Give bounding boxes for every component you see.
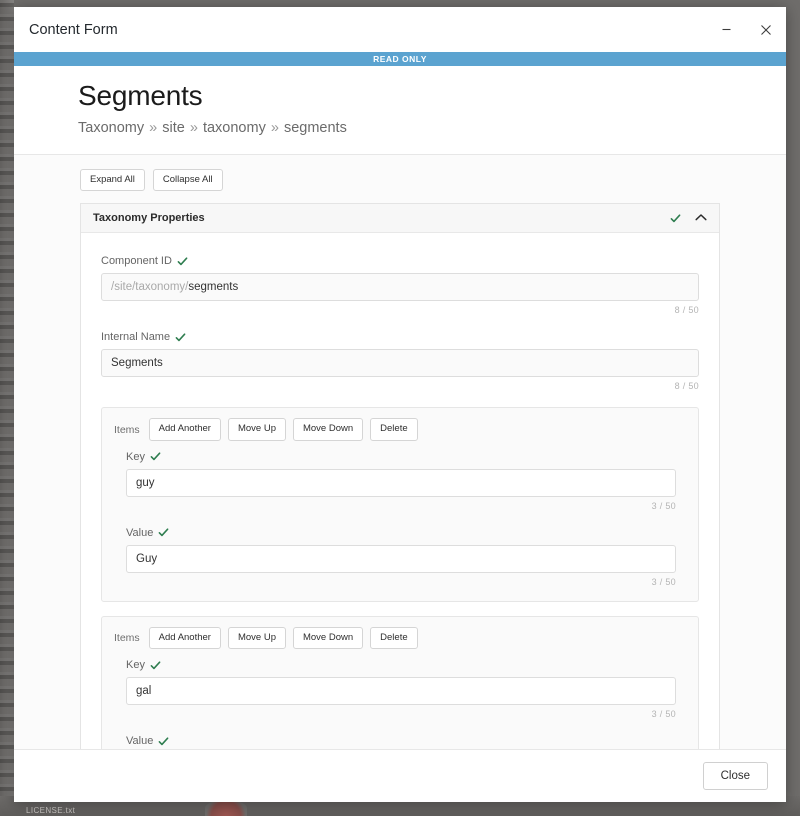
dialog-titlebar: Content Form bbox=[14, 7, 786, 52]
breadcrumb-separator-3: » bbox=[270, 120, 279, 136]
form-toolbar: Expand All Collapse All bbox=[14, 155, 786, 202]
backdrop-left-strip bbox=[0, 0, 14, 816]
value-label: Value bbox=[126, 526, 154, 539]
add-another-button[interactable]: Add Another bbox=[148, 626, 221, 650]
field-value: Value Gal 3 / 50 bbox=[126, 735, 676, 749]
value-valid-check-icon bbox=[158, 527, 169, 538]
move-up-button[interactable]: Move Up bbox=[227, 626, 286, 650]
delete-button[interactable]: Delete bbox=[370, 626, 418, 650]
backdrop-decoration bbox=[205, 800, 247, 816]
component-id-valid-check-icon bbox=[177, 256, 188, 267]
key-counter: 3 / 50 bbox=[651, 709, 676, 720]
key-label: Key bbox=[126, 450, 145, 463]
items-group-toolbar: Items Add Another Move Up Move Down Dele… bbox=[114, 418, 686, 441]
value-label-row: Value bbox=[126, 527, 676, 539]
chevron-up-icon[interactable] bbox=[695, 209, 707, 227]
key-input[interactable]: guy bbox=[126, 468, 676, 497]
field-value: Value Guy 3 / 50 bbox=[126, 527, 676, 587]
breadcrumb-item-segments: segments bbox=[283, 120, 347, 136]
key-counter: 3 / 50 bbox=[651, 500, 676, 511]
close-button[interactable]: Close bbox=[702, 762, 768, 790]
component-id-input[interactable]: /site/taxonomy/segments bbox=[101, 273, 699, 302]
move-down-button[interactable]: Move Down bbox=[292, 626, 364, 650]
move-up-button[interactable]: Move Up bbox=[227, 418, 286, 441]
items-group-fields: Key guy 3 / 50 Value Guy 3 / 50 bbox=[114, 451, 686, 587]
breadcrumb-item-taxonomy: taxonomy bbox=[202, 120, 266, 136]
dialog-title: Content Form bbox=[29, 21, 118, 38]
value-valid-check-icon bbox=[158, 736, 169, 747]
component-id-value: segments bbox=[188, 281, 239, 294]
component-id-label: Component ID bbox=[101, 255, 172, 268]
items-group-toolbar: Items Add Another Move Up Move Down Dele… bbox=[114, 626, 686, 650]
internal-name-label-row: Internal Name bbox=[101, 331, 699, 343]
read-only-banner: READ ONLY bbox=[14, 52, 786, 66]
field-internal-name: Internal Name Segments 8 / 50 bbox=[101, 331, 699, 391]
value-input[interactable]: Guy bbox=[126, 544, 676, 573]
panel-valid-check-icon bbox=[670, 213, 681, 224]
add-another-button[interactable]: Add Another bbox=[148, 418, 221, 441]
breadcrumb-item-site: site bbox=[162, 120, 185, 136]
component-id-counter: 8 / 50 bbox=[674, 305, 699, 316]
key-valid-check-icon bbox=[150, 660, 161, 671]
key-label-row: Key bbox=[126, 659, 676, 671]
page-title: Segments bbox=[78, 80, 203, 111]
internal-name-input[interactable]: Segments bbox=[101, 349, 699, 378]
key-input[interactable]: gal bbox=[126, 677, 676, 706]
breadcrumb-separator-2: » bbox=[189, 120, 198, 136]
page-header: Segments Taxonomy » site » taxonomy » se… bbox=[14, 66, 786, 155]
key-label-row: Key bbox=[126, 451, 676, 463]
key-value: gal bbox=[136, 685, 152, 698]
items-group: Items Add Another Move Up Move Down Dele… bbox=[101, 407, 699, 602]
form-scroll-area[interactable]: Expand All Collapse All Taxonomy Propert… bbox=[14, 155, 786, 749]
key-value: guy bbox=[136, 476, 155, 489]
content-form-dialog: Content Form READ ONLY Segments Taxonomy… bbox=[14, 7, 786, 802]
breadcrumb: Taxonomy » site » taxonomy » segments bbox=[78, 120, 786, 136]
field-key: Key gal 3 / 50 bbox=[126, 659, 676, 719]
backdrop-status-text: LICENSE.txt bbox=[26, 806, 76, 815]
breadcrumb-separator-1: » bbox=[149, 120, 158, 136]
panel-body: Component ID /site/taxonomy/segments 8 /… bbox=[81, 233, 719, 749]
internal-name-label: Internal Name bbox=[101, 331, 171, 344]
internal-name-value: Segments bbox=[111, 357, 163, 370]
component-id-label-row: Component ID bbox=[101, 255, 699, 267]
key-valid-check-icon bbox=[150, 451, 161, 462]
expand-all-button[interactable]: Expand All bbox=[80, 169, 145, 192]
value-label-row: Value bbox=[126, 735, 676, 747]
collapse-all-button[interactable]: Collapse All bbox=[152, 169, 223, 192]
window-controls bbox=[706, 7, 786, 52]
move-down-button[interactable]: Move Down bbox=[292, 418, 364, 441]
internal-name-counter: 8 / 50 bbox=[674, 381, 699, 392]
value-value: Guy bbox=[136, 552, 158, 565]
minimize-button[interactable] bbox=[706, 7, 746, 52]
panel-title: Taxonomy Properties bbox=[93, 212, 205, 225]
field-component-id: Component ID /site/taxonomy/segments 8 /… bbox=[101, 255, 699, 315]
internal-name-valid-check-icon bbox=[175, 332, 186, 343]
breadcrumb-root: Taxonomy bbox=[78, 120, 145, 136]
panel-header[interactable]: Taxonomy Properties bbox=[81, 204, 719, 234]
dialog-footer: Close bbox=[14, 749, 786, 802]
taxonomy-properties-panel: Taxonomy Properties Component ID /site/t… bbox=[80, 203, 720, 749]
items-group: Items Add Another Move Up Move Down Dele… bbox=[101, 615, 699, 749]
items-label: Items bbox=[114, 632, 140, 645]
delete-button[interactable]: Delete bbox=[370, 418, 418, 441]
items-group-fields: Key gal 3 / 50 Value bbox=[114, 659, 686, 749]
component-id-prefix: /site/taxonomy/ bbox=[111, 281, 189, 294]
value-label: Value bbox=[126, 735, 154, 748]
close-icon[interactable] bbox=[746, 7, 786, 52]
key-label: Key bbox=[126, 659, 145, 672]
field-key: Key guy 3 / 50 bbox=[126, 451, 676, 511]
items-label: Items bbox=[114, 423, 140, 436]
value-counter: 3 / 50 bbox=[651, 576, 676, 587]
panel-header-icons bbox=[670, 209, 707, 227]
